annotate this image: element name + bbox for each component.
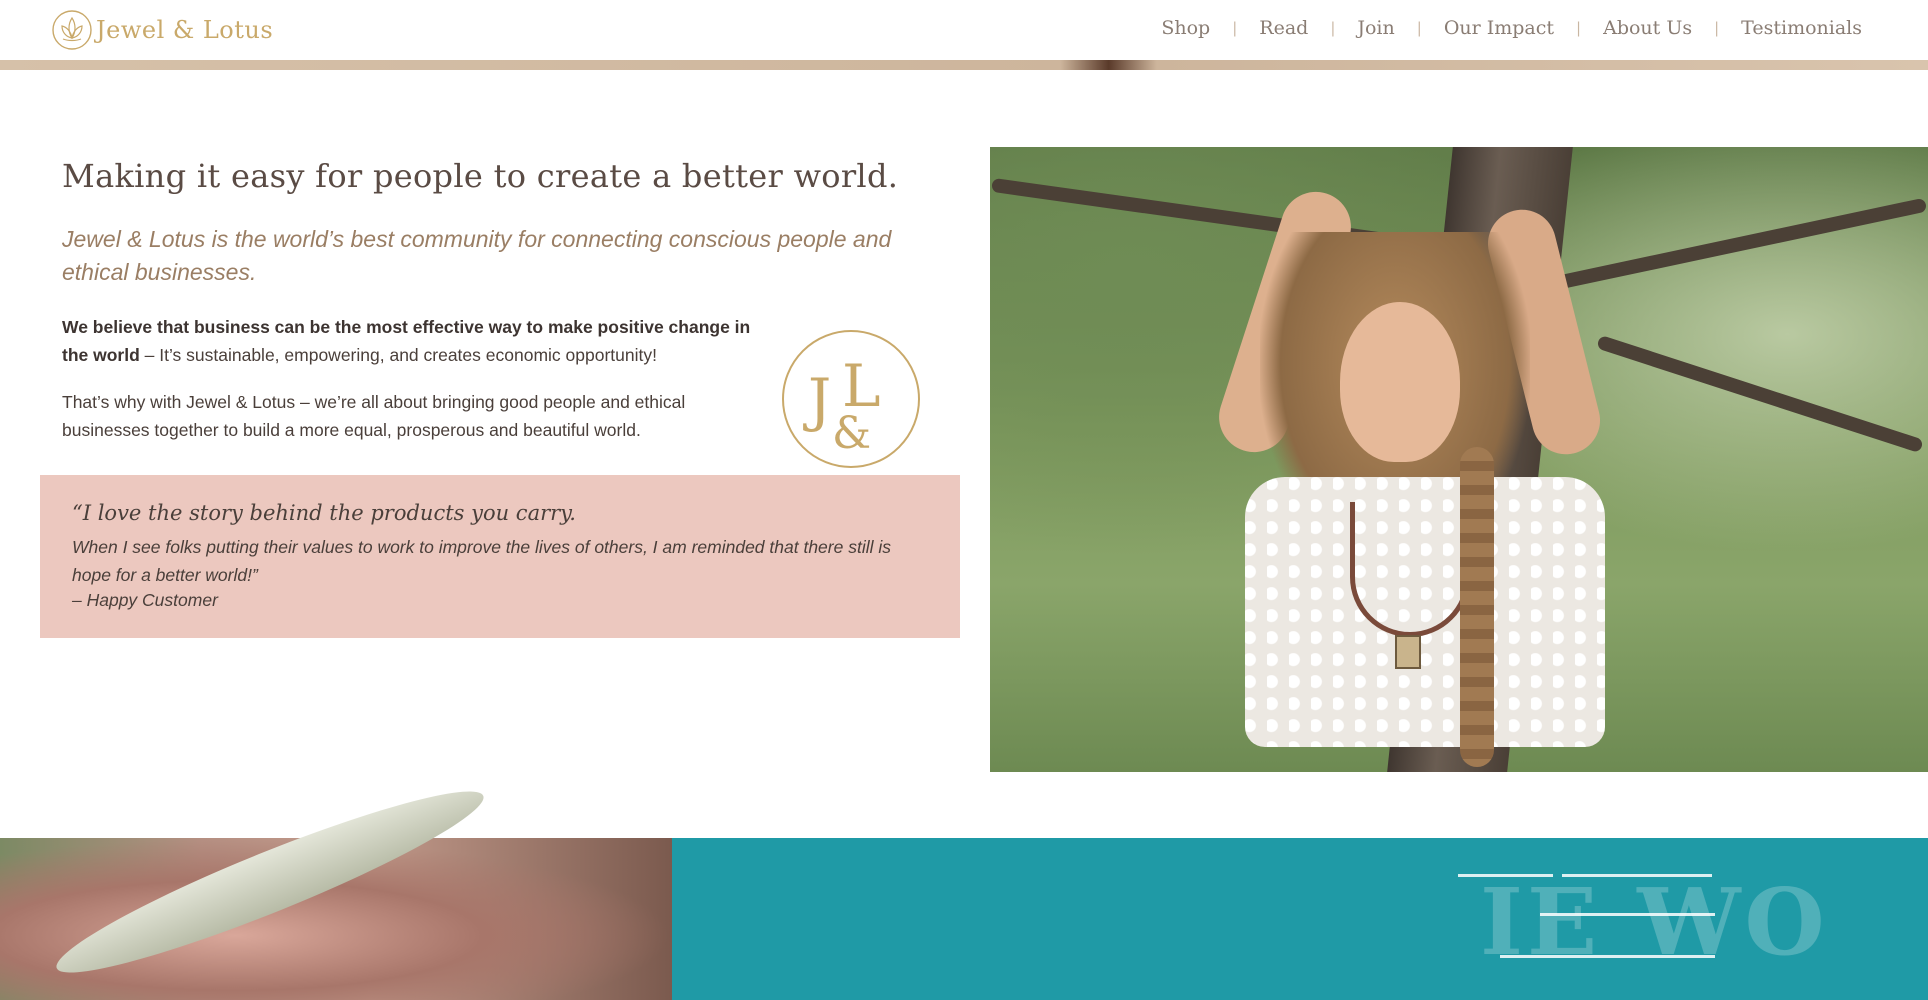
hero-image-strip (0, 60, 1928, 70)
nav-item-join[interactable]: Join (1357, 17, 1394, 39)
person-face (1340, 302, 1460, 462)
page-headline: Making it easy for people to create a be… (62, 157, 899, 195)
nav-item-testimonials[interactable]: Testimonials (1741, 17, 1862, 39)
nav-separator: | (1232, 19, 1238, 37)
tree-branch (1552, 197, 1928, 291)
nav-item-about-us[interactable]: About Us (1603, 17, 1692, 39)
banner-heading-partial: IE WO (1480, 868, 1829, 976)
banner-decorative-line (1562, 874, 1712, 877)
monogram-letter-j: J (803, 366, 831, 434)
site-header: Jewel & Lotus Shop | Read | Join | Our I… (0, 0, 1928, 60)
intro-text: Jewel & Lotus is the world’s best commun… (62, 226, 892, 285)
tree-branch (1596, 334, 1924, 454)
quote-title: “I love the story behind the products yo… (72, 501, 576, 525)
community-paragraph: That’s why with Jewel & Lotus – we’re al… (62, 392, 686, 440)
banner-decorative-line (1458, 874, 1553, 877)
mission-paragraph: We believe that business can be the most… (62, 313, 762, 369)
nav-separator: | (1714, 19, 1720, 37)
mission-rest-text: – It’s sustainable, empowering, and crea… (139, 345, 657, 365)
quote-attribution: – Happy Customer (72, 590, 218, 610)
nav-separator: | (1330, 19, 1336, 37)
testimonial-quote-box: “I love the story behind the products yo… (40, 475, 960, 638)
banner-decorative-line (1540, 913, 1715, 916)
main-nav: Shop | Read | Join | Our Impact | About … (1161, 17, 1862, 39)
banner-decorative-line (1500, 955, 1715, 958)
nav-item-read[interactable]: Read (1259, 17, 1308, 39)
lotus-logo-icon (52, 10, 92, 50)
nav-item-shop[interactable]: Shop (1161, 17, 1210, 39)
jl-monogram-logo: J L & (782, 330, 920, 468)
nav-separator: | (1576, 19, 1582, 37)
woman-under-tree-photo (990, 147, 1928, 772)
site-logo[interactable]: Jewel & Lotus (50, 8, 273, 52)
bead-necklace (1350, 502, 1470, 637)
logo-text: Jewel & Lotus (96, 16, 274, 44)
nav-separator: | (1416, 19, 1422, 37)
hair-braid (1460, 447, 1494, 767)
necklace-pendant (1395, 635, 1421, 669)
quote-body: When I see folks putting their values to… (72, 537, 891, 585)
monogram-ampersand: & (832, 408, 871, 459)
nav-item-our-impact[interactable]: Our Impact (1444, 17, 1554, 39)
